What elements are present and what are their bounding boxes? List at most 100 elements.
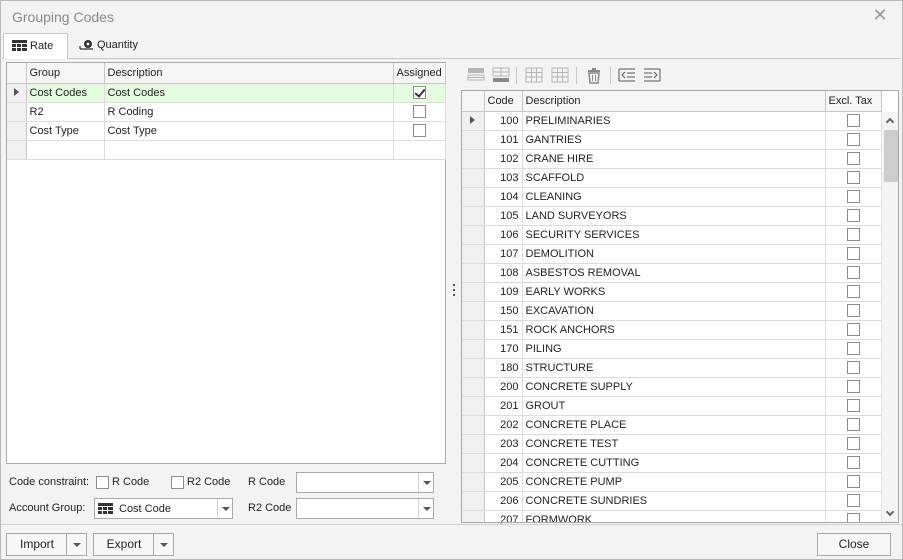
excl-tax-checkbox[interactable] xyxy=(846,152,860,165)
table-row[interactable]: 109 EARLY WORKS xyxy=(462,282,882,302)
scrollbar-thumb[interactable] xyxy=(884,130,898,182)
column-header-code[interactable]: Code xyxy=(484,91,523,112)
export-button[interactable]: Export xyxy=(93,533,174,556)
table-row[interactable]: 203 CONCRETE TEST xyxy=(462,434,882,454)
description-cell[interactable] xyxy=(104,140,394,160)
table-row[interactable]: 170 PILING xyxy=(462,339,882,359)
assigned-checkbox[interactable] xyxy=(412,124,426,137)
assigned-checkbox[interactable] xyxy=(412,86,426,99)
insert-row-below-icon[interactable] xyxy=(490,64,512,86)
table-row[interactable]: 105 LAND SURVEYORS xyxy=(462,206,882,226)
close-button[interactable]: Close xyxy=(817,533,891,556)
table-row[interactable]: 180 STRUCTURE xyxy=(462,358,882,378)
code-cell[interactable]: 201 xyxy=(484,396,523,416)
description-cell[interactable]: PILING xyxy=(522,339,826,359)
excl-tax-checkbox[interactable] xyxy=(846,323,860,336)
assigned-cell[interactable] xyxy=(393,140,446,160)
code-cell[interactable]: 204 xyxy=(484,453,523,473)
code-cell[interactable]: 104 xyxy=(484,187,523,207)
table-row[interactable]: 206 CONCRETE SUNDRIES xyxy=(462,491,882,511)
description-cell[interactable]: Cost Codes xyxy=(104,83,394,103)
r2-code-combo[interactable] xyxy=(296,498,434,519)
excl-tax-checkbox[interactable] xyxy=(846,513,860,522)
column-header-description[interactable]: Description xyxy=(104,63,394,84)
code-cell[interactable]: 101 xyxy=(484,130,523,150)
table-row[interactable]: 108 ASBESTOS REMOVAL xyxy=(462,263,882,283)
code-cell[interactable]: 102 xyxy=(484,149,523,169)
excl-tax-checkbox[interactable] xyxy=(846,456,860,469)
column-header-description[interactable]: Description xyxy=(522,91,826,112)
excl-tax-checkbox[interactable] xyxy=(846,285,860,298)
description-cell[interactable]: FORMWORK xyxy=(522,510,826,522)
code-cell[interactable]: 150 xyxy=(484,301,523,321)
description-cell[interactable]: CONCRETE SUNDRIES xyxy=(522,491,826,511)
group-cell[interactable]: Cost Codes xyxy=(26,83,105,103)
chevron-down-icon[interactable] xyxy=(66,534,86,555)
column-header-assigned[interactable]: Assigned xyxy=(393,63,446,84)
table-row[interactable]: 107 DEMOLITION xyxy=(462,244,882,264)
excl-tax-checkbox[interactable] xyxy=(846,171,860,184)
trash-icon[interactable] xyxy=(583,64,605,86)
table-row[interactable]: 205 CONCRETE PUMP xyxy=(462,472,882,492)
tab-quantity[interactable]: Quantity xyxy=(71,33,146,59)
r-code-combo[interactable] xyxy=(296,472,434,493)
table-row[interactable]: 101 GANTRIES xyxy=(462,130,882,150)
description-cell[interactable]: ROCK ANCHORS xyxy=(522,320,826,340)
description-cell[interactable]: GROUT xyxy=(522,396,826,416)
description-cell[interactable]: LAND SURVEYORS xyxy=(522,206,826,226)
grid-edit-icon[interactable] xyxy=(549,64,571,86)
table-row[interactable]: 104 CLEANING xyxy=(462,187,882,207)
table-row[interactable]: R2 R Coding xyxy=(7,102,446,122)
group-cell[interactable] xyxy=(26,140,105,160)
code-cell[interactable]: 207 xyxy=(484,510,523,522)
description-cell[interactable]: SECURITY SERVICES xyxy=(522,225,826,245)
code-cell[interactable]: 109 xyxy=(484,282,523,302)
code-cell[interactable]: 108 xyxy=(484,263,523,283)
r2-code-checkbox[interactable] xyxy=(171,476,184,489)
description-cell[interactable]: CONCRETE SUPPLY xyxy=(522,377,826,397)
description-cell[interactable]: R Coding xyxy=(104,102,394,122)
column-header-group[interactable]: Group xyxy=(26,63,105,84)
description-cell[interactable]: DEMOLITION xyxy=(522,244,826,264)
indent-icon[interactable] xyxy=(641,64,663,86)
excl-tax-checkbox[interactable] xyxy=(846,228,860,241)
table-row[interactable]: Cost Codes Cost Codes xyxy=(7,83,446,103)
account-group-combo[interactable]: Cost Code xyxy=(94,498,233,519)
outdent-icon[interactable] xyxy=(616,64,638,86)
code-cell[interactable]: 180 xyxy=(484,358,523,378)
table-row[interactable]: 207 FORMWORK xyxy=(462,510,882,522)
excl-tax-checkbox[interactable] xyxy=(846,266,860,279)
code-cell[interactable]: 170 xyxy=(484,339,523,359)
assigned-checkbox[interactable] xyxy=(412,105,426,118)
description-cell[interactable]: PRELIMINARIES xyxy=(522,111,826,131)
description-cell[interactable]: Cost Type xyxy=(104,121,394,141)
scroll-down-icon[interactable] xyxy=(885,507,895,517)
code-cell[interactable]: 106 xyxy=(484,225,523,245)
description-cell[interactable]: EARLY WORKS xyxy=(522,282,826,302)
excl-tax-checkbox[interactable] xyxy=(846,361,860,374)
code-cell[interactable]: 100 xyxy=(484,111,523,131)
column-header-excl-tax[interactable]: Excl. Tax xyxy=(825,91,882,112)
excl-tax-checkbox[interactable] xyxy=(846,475,860,488)
excl-tax-checkbox[interactable] xyxy=(846,437,860,450)
table-row[interactable]: Cost Type Cost Type xyxy=(7,121,446,141)
chevron-down-icon[interactable] xyxy=(153,534,173,555)
excl-tax-checkbox[interactable] xyxy=(846,190,860,203)
table-row[interactable]: 102 CRANE HIRE xyxy=(462,149,882,169)
code-cell[interactable]: 200 xyxy=(484,377,523,397)
chevron-down-icon[interactable] xyxy=(418,473,433,492)
code-cell[interactable]: 202 xyxy=(484,415,523,435)
description-cell[interactable]: CONCRETE CUTTING xyxy=(522,453,826,473)
group-cell[interactable]: Cost Type xyxy=(26,121,105,141)
scroll-up-icon[interactable] xyxy=(885,117,895,127)
chevron-down-icon[interactable] xyxy=(217,499,232,518)
description-cell[interactable]: CRANE HIRE xyxy=(522,149,826,169)
code-cell[interactable]: 205 xyxy=(484,472,523,492)
description-cell[interactable]: SCAFFOLD xyxy=(522,168,826,188)
excl-tax-checkbox[interactable] xyxy=(846,114,860,127)
table-row[interactable]: 151 ROCK ANCHORS xyxy=(462,320,882,340)
new-item-row[interactable] xyxy=(7,140,446,160)
excl-tax-checkbox[interactable] xyxy=(846,247,860,260)
close-icon[interactable]: ✕ xyxy=(872,6,888,24)
excl-tax-checkbox[interactable] xyxy=(846,209,860,222)
